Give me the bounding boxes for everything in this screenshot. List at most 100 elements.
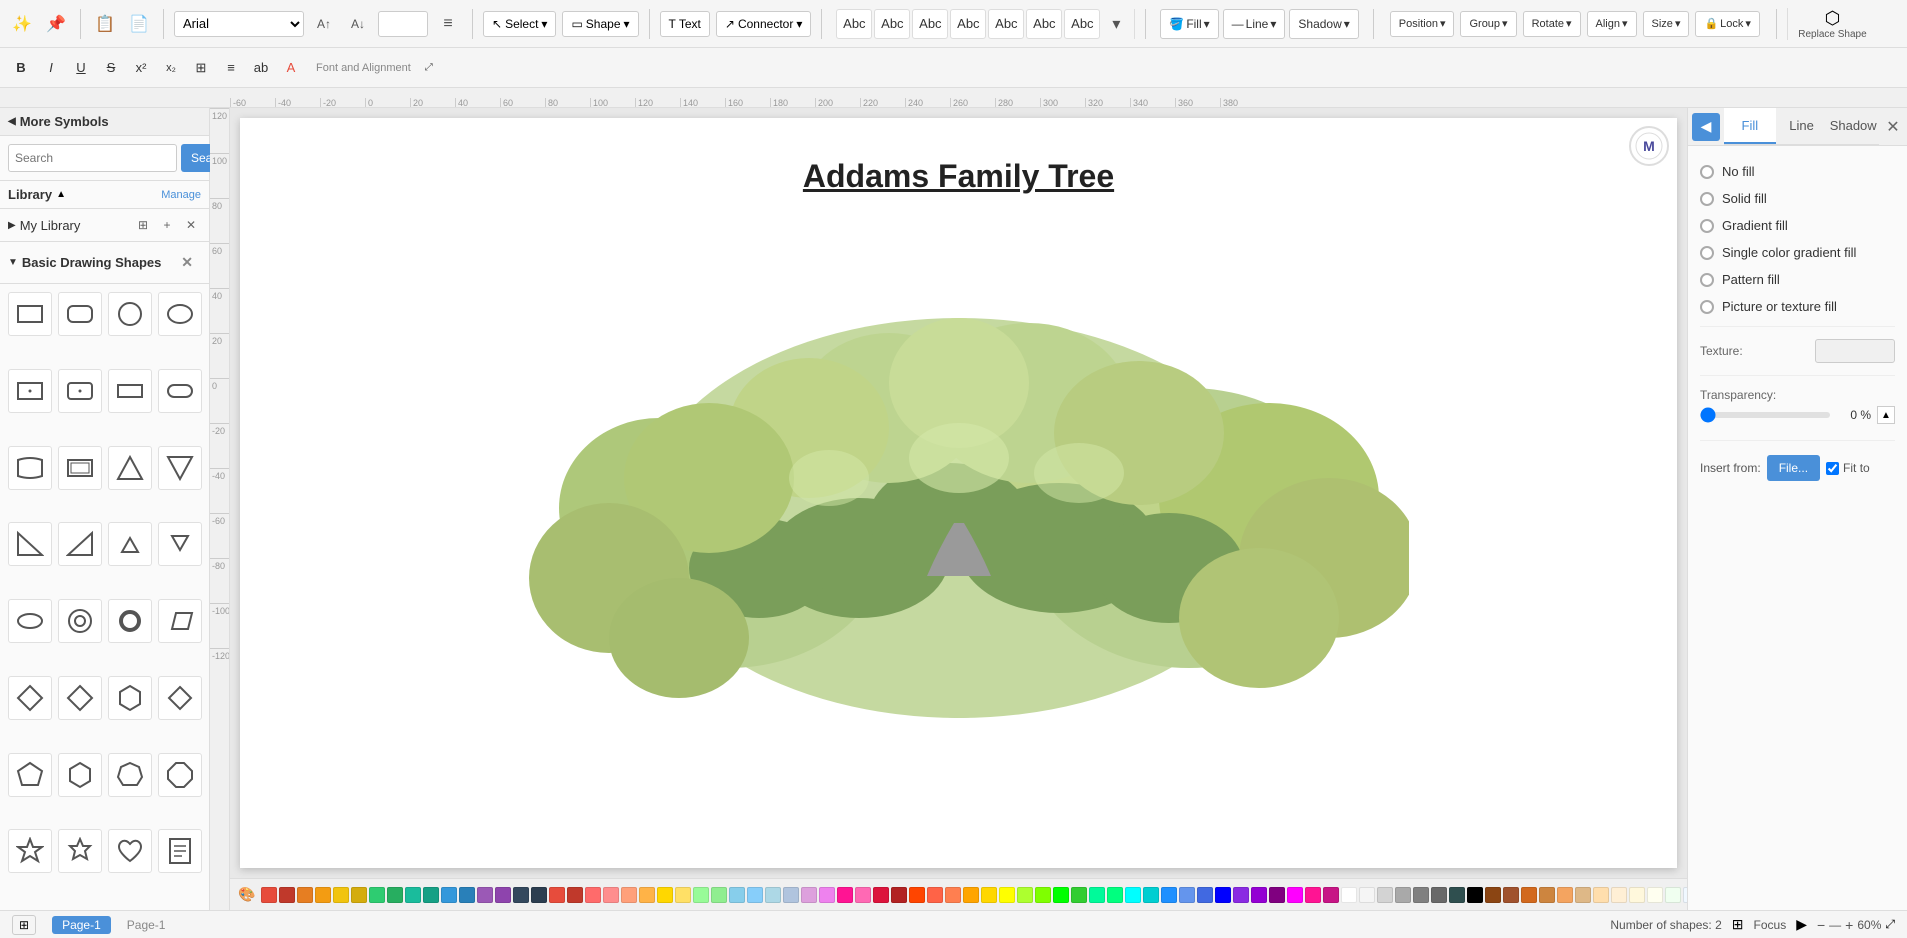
font-color-btn[interactable]: A [278, 55, 304, 81]
color-swatch[interactable] [1449, 887, 1465, 903]
shape-triangle[interactable] [108, 446, 152, 490]
text-style-2[interactable]: Abc [874, 9, 910, 39]
color-swatch[interactable] [315, 887, 331, 903]
color-swatch[interactable] [1575, 887, 1591, 903]
color-swatch[interactable] [945, 887, 961, 903]
my-library-settings-icon[interactable]: ⊞ [133, 215, 153, 235]
font-select[interactable]: Arial [174, 11, 304, 37]
page-add-btn[interactable]: ⊞ [12, 915, 36, 935]
zoom-in-btn[interactable]: + [1845, 917, 1853, 933]
color-swatch[interactable] [1665, 887, 1681, 903]
italic-btn[interactable]: I [38, 55, 64, 81]
color-swatch[interactable] [1467, 887, 1483, 903]
color-swatch[interactable] [999, 887, 1015, 903]
lock-btn[interactable]: 🔒 Lock ▾ [1695, 11, 1759, 37]
shape-small-tri2[interactable] [158, 522, 202, 566]
color-swatch[interactable] [261, 887, 277, 903]
position-btn[interactable]: Position ▾ [1390, 11, 1455, 37]
color-swatch[interactable] [1053, 887, 1069, 903]
page-tab[interactable]: Page-1 [52, 916, 111, 934]
text-align-icon[interactable]: ≡ [434, 10, 462, 38]
shape-ellipse[interactable] [158, 292, 202, 336]
bold-btn[interactable]: B [8, 55, 34, 81]
panel-arrow-btn[interactable]: ◀ [1692, 113, 1720, 141]
color-swatch[interactable] [1089, 887, 1105, 903]
color-swatch[interactable] [729, 887, 745, 903]
shape-tool-btn[interactable]: ▭ Shape ▾ [562, 11, 638, 37]
color-swatch[interactable] [981, 887, 997, 903]
no-fill-radio[interactable] [1700, 165, 1714, 179]
fill-tab[interactable]: Fill [1724, 108, 1776, 144]
color-swatch[interactable] [621, 887, 637, 903]
shape-heart[interactable] [108, 829, 152, 873]
line-tab[interactable]: Line [1776, 108, 1828, 144]
color-swatch[interactable] [837, 887, 853, 903]
color-swatch[interactable] [585, 887, 601, 903]
shape-hexagon[interactable] [108, 676, 152, 720]
layer-icon[interactable]: ⊞ [1732, 916, 1744, 933]
color-swatch[interactable] [567, 887, 583, 903]
color-swatch[interactable] [1611, 887, 1627, 903]
color-swatch[interactable] [1323, 887, 1339, 903]
pattern-fill-radio[interactable] [1700, 273, 1714, 287]
color-swatch[interactable] [891, 887, 907, 903]
superscript-btn[interactable]: x² [128, 55, 154, 81]
shape-rect-curved[interactable] [8, 446, 52, 490]
shape-right-tri2[interactable] [58, 522, 102, 566]
shape-ring[interactable] [108, 599, 152, 643]
rotate-btn[interactable]: Rotate ▾ [1523, 11, 1581, 37]
color-swatch[interactable] [1647, 887, 1663, 903]
zoom-out-btn[interactable]: − [1817, 917, 1825, 933]
color-swatch[interactable] [1179, 887, 1195, 903]
texture-picker[interactable] [1815, 339, 1895, 363]
color-swatch[interactable] [495, 887, 511, 903]
shape-document[interactable] [158, 829, 202, 873]
color-swatch[interactable] [279, 887, 295, 903]
list-ordered-btn[interactable]: ⊞ [188, 55, 214, 81]
shape-star6[interactable] [58, 829, 102, 873]
shape-kite[interactable] [8, 676, 52, 720]
color-swatch[interactable] [1305, 887, 1321, 903]
shadow-btn[interactable]: Shadow ▾ [1289, 9, 1358, 39]
color-swatch[interactable] [297, 887, 313, 903]
color-swatch[interactable] [1017, 887, 1033, 903]
shape-rhombus[interactable] [58, 676, 102, 720]
transparency-increment-btn[interactable]: ▲ [1877, 406, 1895, 424]
canvas-inner[interactable]: M Addams Family Tree [240, 118, 1677, 868]
select-tool-btn[interactable]: ↖ Select ▾ [483, 11, 556, 37]
play-icon[interactable]: ▶ [1796, 916, 1807, 933]
picture-fill-radio[interactable] [1700, 300, 1714, 314]
color-swatch[interactable] [711, 887, 727, 903]
zoom-expand-btn[interactable]: ⤢ [1885, 917, 1895, 932]
size-btn[interactable]: Size ▾ [1643, 11, 1690, 37]
color-swatch[interactable] [855, 887, 871, 903]
color-swatch[interactable] [549, 887, 565, 903]
color-swatch[interactable] [405, 887, 421, 903]
search-input[interactable] [8, 144, 177, 172]
color-swatch[interactable] [1557, 887, 1573, 903]
shape-triangle2[interactable] [158, 446, 202, 490]
text-style-7[interactable]: Abc [1064, 9, 1100, 39]
color-swatch[interactable] [1359, 887, 1375, 903]
shape-star[interactable] [8, 829, 52, 873]
shape-oval[interactable] [8, 599, 52, 643]
color-swatch[interactable] [1539, 887, 1555, 903]
shape-octagon[interactable] [158, 753, 202, 797]
single-gradient-option[interactable]: Single color gradient fill [1700, 239, 1895, 266]
paste-icon[interactable]: 📋 [91, 10, 119, 38]
shape-donut[interactable] [58, 599, 102, 643]
color-swatch[interactable] [801, 887, 817, 903]
gradient-fill-option[interactable]: Gradient fill [1700, 212, 1895, 239]
color-swatch[interactable] [1197, 887, 1213, 903]
color-swatch[interactable] [351, 887, 367, 903]
color-swatch[interactable] [1431, 887, 1447, 903]
highlight-btn[interactable]: ab [248, 55, 274, 81]
my-library-add-icon[interactable]: + [157, 215, 177, 235]
align-btn[interactable]: Align ▾ [1587, 11, 1637, 37]
shape-right-tri[interactable] [8, 522, 52, 566]
color-swatch[interactable] [333, 887, 349, 903]
color-swatch[interactable] [1593, 887, 1609, 903]
color-swatch[interactable] [1161, 887, 1177, 903]
shape-diamond[interactable] [158, 676, 202, 720]
styles-more-icon[interactable]: ▾ [1102, 10, 1130, 38]
